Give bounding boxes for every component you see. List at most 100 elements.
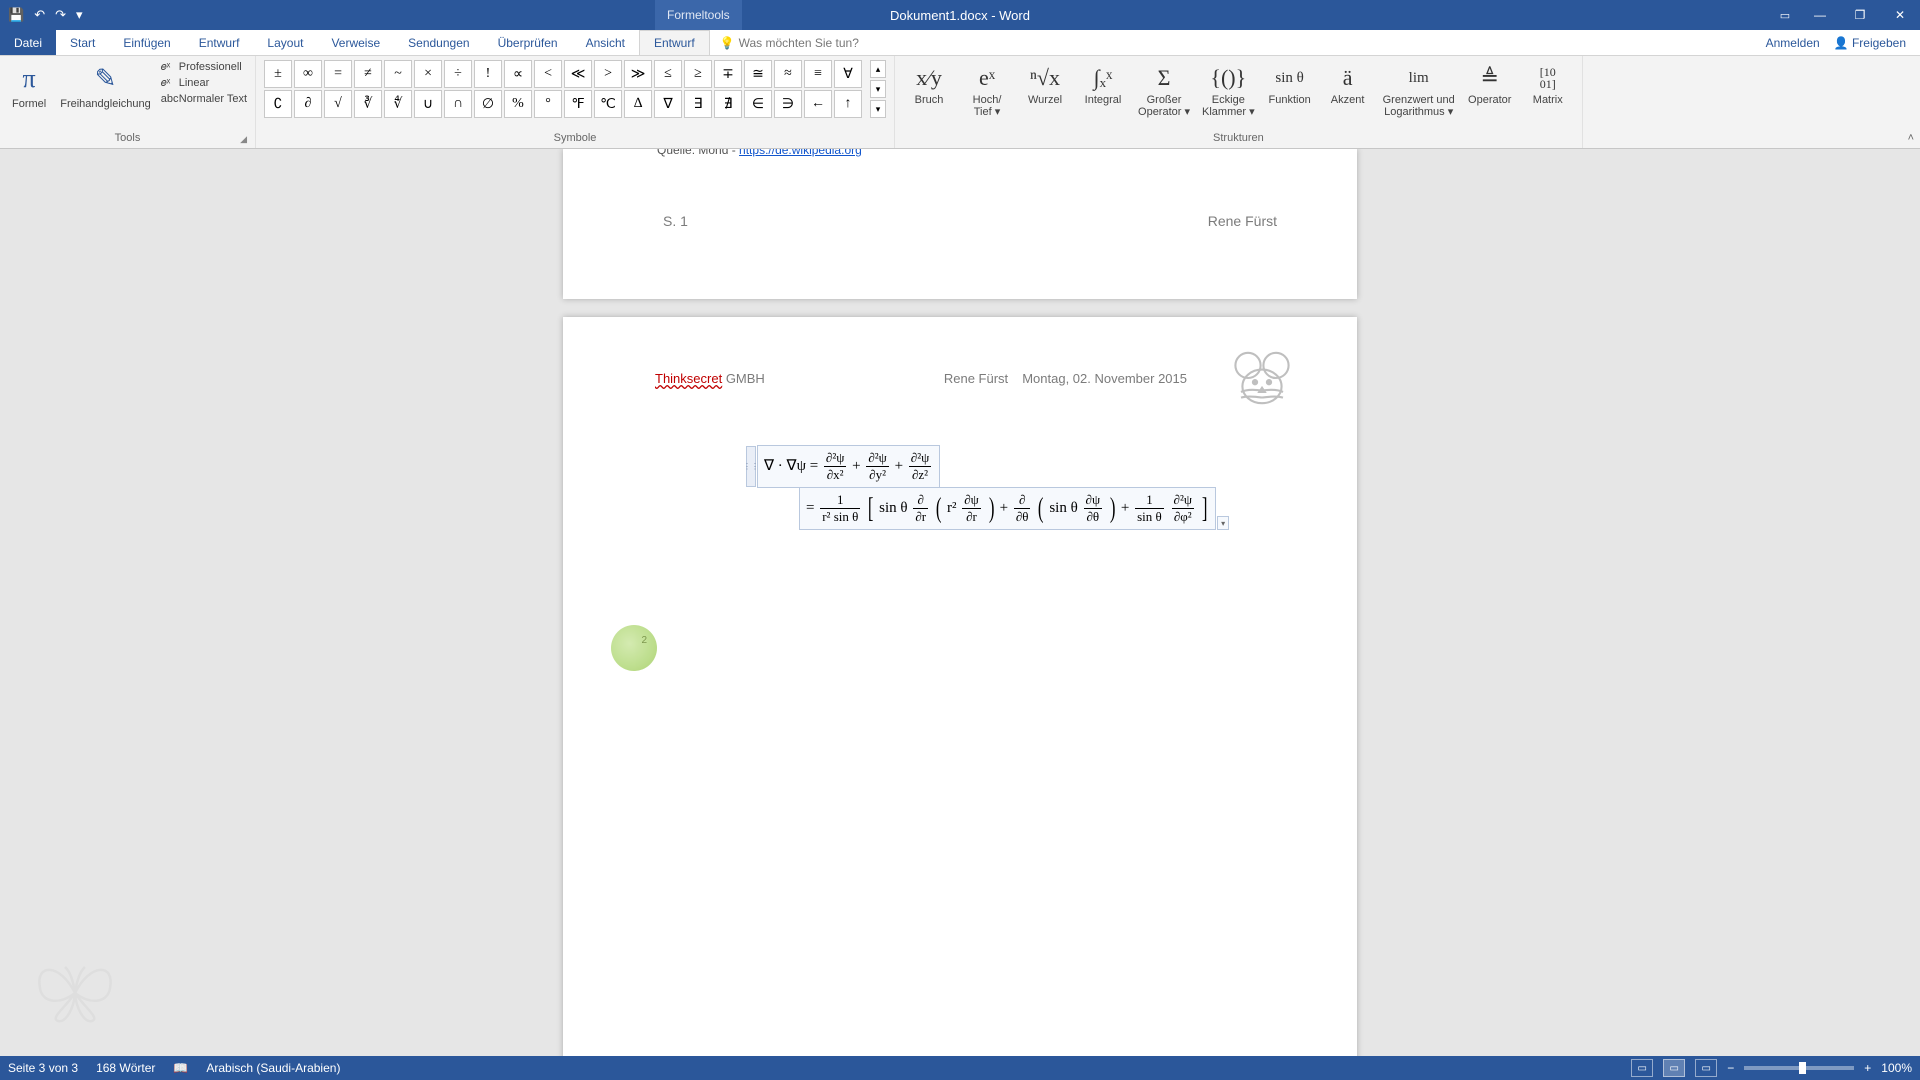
linear-button[interactable]: 𝑒ˣLinear (161, 76, 247, 90)
tab-einfuegen[interactable]: Einfügen (109, 30, 184, 55)
tab-ansicht[interactable]: Ansicht (572, 30, 639, 55)
tools-dialog-launcher[interactable]: ◢ (240, 134, 247, 145)
symbol-4[interactable]: ~ (384, 60, 412, 88)
symbol-18[interactable]: ≡ (804, 60, 832, 88)
symbol-39[interactable]: ↑ (834, 90, 862, 118)
symbol-26[interactable]: ∩ (444, 90, 472, 118)
symbol-24[interactable]: ∜ (384, 90, 412, 118)
struct-fraction-button[interactable]: x⁄yBruch (903, 60, 955, 108)
status-page[interactable]: Seite 3 von 3 (8, 1061, 78, 1075)
symbol-38[interactable]: ← (804, 90, 832, 118)
professional-button[interactable]: 𝑒ˣProfessionell (161, 60, 247, 74)
symbol-22[interactable]: √ (324, 90, 352, 118)
symbol-13[interactable]: ≤ (654, 60, 682, 88)
struct-matrix-button[interactable]: [10 01]Matrix (1522, 60, 1574, 108)
symbol-30[interactable]: ℉ (564, 90, 592, 118)
symbol-33[interactable]: ∇ (654, 90, 682, 118)
equation-options-dropdown[interactable]: ▾ (1217, 516, 1229, 530)
struct-script-button[interactable]: eˣHoch/ Tief ▾ (961, 60, 1013, 120)
symbol-11[interactable]: > (594, 60, 622, 88)
qat-customize[interactable]: ▾ (76, 7, 83, 23)
struct-operator-button[interactable]: ≜Operator (1464, 60, 1516, 108)
symbols-scroll-down[interactable]: ▾ (870, 80, 886, 98)
symbol-8[interactable]: ∝ (504, 60, 532, 88)
symbols-scroll-up[interactable]: ▴ (870, 60, 886, 78)
equation-line-1[interactable]: ⋮⋮ ∇ · ∇ψ = ∂²ψ∂x² + ∂²ψ∂y² + ∂²ψ∂z² (757, 445, 940, 488)
symbol-27[interactable]: ∅ (474, 90, 502, 118)
tab-ueberpruefen[interactable]: Überprüfen (484, 30, 572, 55)
view-web-layout[interactable]: ▭ (1695, 1059, 1717, 1077)
struct-limit-button[interactable]: limGrenzwert und Logarithmus ▾ (1380, 60, 1458, 120)
struct-radical-button[interactable]: ⁿ√xWurzel (1019, 60, 1071, 108)
normal-text-button[interactable]: abcNormaler Text (161, 92, 247, 106)
symbol-23[interactable]: ∛ (354, 90, 382, 118)
symbol-31[interactable]: ℃ (594, 90, 622, 118)
equation-line-2[interactable]: = 1r² sin θ [ sin θ ∂∂r ( r² ∂ψ∂r ) + ∂∂… (799, 487, 1216, 530)
symbol-7[interactable]: ! (474, 60, 502, 88)
symbol-17[interactable]: ≈ (774, 60, 802, 88)
share-button[interactable]: 👤 Freigeben (1834, 36, 1906, 50)
struct-bracket-button[interactable]: {()}Eckige Klammer ▾ (1199, 60, 1258, 120)
symbol-14[interactable]: ≥ (684, 60, 712, 88)
ink-equation-button[interactable]: ✎ Freihandgleichung (56, 60, 155, 112)
symbol-28[interactable]: % (504, 90, 532, 118)
symbol-29[interactable]: ° (534, 90, 562, 118)
symbol-20[interactable]: ∁ (264, 90, 292, 118)
view-print-layout[interactable]: ▭ (1663, 1059, 1685, 1077)
status-language[interactable]: Arabisch (Saudi-Arabien) (206, 1061, 340, 1075)
tab-datei[interactable]: Datei (0, 30, 56, 55)
symbol-0[interactable]: ± (264, 60, 292, 88)
symbol-3[interactable]: ≠ (354, 60, 382, 88)
maximize-button[interactable]: ❐ (1840, 0, 1880, 30)
equation-container[interactable]: ⋮⋮ ∇ · ∇ψ = ∂²ψ∂x² + ∂²ψ∂y² + ∂²ψ∂z² = 1… (757, 445, 1216, 530)
qat-save[interactable]: 💾 (8, 7, 24, 23)
view-read-mode[interactable]: ▭ (1631, 1059, 1653, 1077)
tab-start[interactable]: Start (56, 30, 109, 55)
status-proofing-icon[interactable]: 📖 (173, 1061, 188, 1075)
symbol-19[interactable]: ∀ (834, 60, 862, 88)
source-link[interactable]: https://de.wikipedia.org (739, 149, 862, 157)
symbols-more[interactable]: ▾ (870, 100, 886, 118)
symbol-2[interactable]: = (324, 60, 352, 88)
zoom-out-button[interactable]: − (1727, 1061, 1734, 1075)
symbol-1[interactable]: ∞ (294, 60, 322, 88)
document-canvas[interactable]: Quelle: Mond - https://de.wikipedia.org … (0, 149, 1920, 1056)
symbol-6[interactable]: ÷ (444, 60, 472, 88)
symbol-12[interactable]: ≫ (624, 60, 652, 88)
close-button[interactable]: ✕ (1880, 0, 1920, 30)
symbol-35[interactable]: ∄ (714, 90, 742, 118)
symbol-21[interactable]: ∂ (294, 90, 322, 118)
symbol-10[interactable]: ≪ (564, 60, 592, 88)
symbol-9[interactable]: < (534, 60, 562, 88)
symbol-36[interactable]: ∈ (744, 90, 772, 118)
tab-entwurf-design[interactable]: Entwurf (185, 30, 254, 55)
collapse-ribbon-icon[interactable]: ˄ (1908, 132, 1914, 144)
symbol-25[interactable]: ∪ (414, 90, 442, 118)
qat-undo[interactable]: ↶ (34, 7, 45, 23)
qat-redo[interactable]: ↷ (55, 7, 66, 23)
tab-layout[interactable]: Layout (253, 30, 317, 55)
struct-largeop-button[interactable]: ΣGroßer Operator ▾ (1135, 60, 1193, 120)
struct-function-button[interactable]: sin θFunktion (1264, 60, 1316, 108)
tab-entwurf-equation[interactable]: Entwurf (639, 30, 710, 55)
zoom-slider[interactable] (1744, 1066, 1854, 1070)
symbol-37[interactable]: ∋ (774, 90, 802, 118)
zoom-level[interactable]: 100% (1881, 1061, 1912, 1075)
zoom-in-button[interactable]: + (1864, 1061, 1871, 1075)
symbol-34[interactable]: ∃ (684, 90, 712, 118)
struct-accent-button[interactable]: äAkzent (1322, 60, 1374, 108)
symbol-5[interactable]: × (414, 60, 442, 88)
tab-sendungen[interactable]: Sendungen (394, 30, 483, 55)
minimize-button[interactable]: — (1800, 0, 1840, 30)
tell-me-search[interactable]: 💡 Was möchten Sie tun? (710, 30, 859, 55)
formula-button[interactable]: π Formel (8, 60, 50, 112)
symbol-16[interactable]: ≅ (744, 60, 772, 88)
status-word-count[interactable]: 168 Wörter (96, 1061, 155, 1075)
tab-verweise[interactable]: Verweise (317, 30, 394, 55)
struct-integral-button[interactable]: ∫ₓˣIntegral (1077, 60, 1129, 108)
equation-move-handle[interactable]: ⋮⋮ (746, 446, 756, 487)
signin-link[interactable]: Anmelden (1766, 36, 1820, 50)
symbol-15[interactable]: ∓ (714, 60, 742, 88)
symbol-32[interactable]: ∆ (624, 90, 652, 118)
ribbon-display-options-icon[interactable]: ▭ (1770, 0, 1800, 30)
